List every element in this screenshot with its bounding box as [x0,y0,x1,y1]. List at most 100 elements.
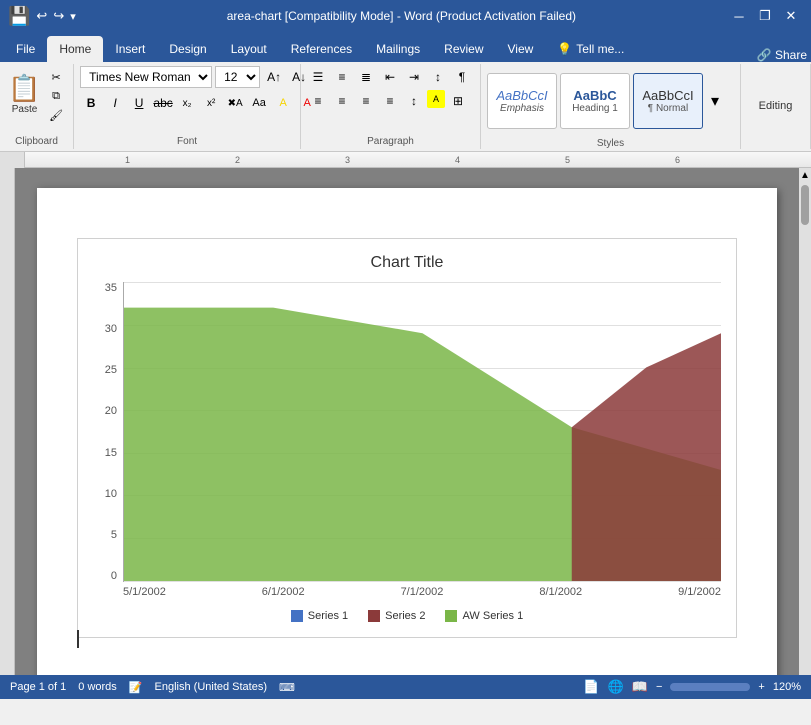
show-formatting-btn[interactable]: ¶ [451,66,473,88]
ruler: 1 2 3 4 5 6 [0,152,811,168]
italic-btn[interactable]: I [104,92,126,114]
font-size-select[interactable]: 12 [215,66,260,88]
x-label-2: 7/1/2002 [401,586,444,598]
tab-review[interactable]: Review [432,36,495,62]
style-emphasis-label: Emphasis [500,103,544,114]
zoom-slider[interactable] [670,683,750,691]
tab-home[interactable]: Home [47,36,103,62]
scroll-thumb[interactable] [801,185,809,225]
zoom-in-btn[interactable]: + [758,681,764,693]
font-family-select[interactable]: Times New Roman [80,66,212,88]
undo-btn[interactable]: ↩ [36,8,47,24]
numbering-btn[interactable]: ≡ [331,66,353,88]
view-web-btn[interactable]: 🌐 [608,679,624,695]
tab-view[interactable]: View [496,36,546,62]
y-15: 15 [105,447,117,459]
style-normal[interactable]: AaBbCcI ¶ Normal [633,73,703,129]
chart-legend: Series 1 Series 2 AW Series 1 [93,610,721,622]
y-30: 30 [105,323,117,335]
clear-format-btn[interactable]: ✖A [224,92,246,114]
ruler-corner [0,152,25,168]
chart-container: Chart Title 35 30 25 20 15 10 5 0 [77,238,737,638]
font-row-1: Times New Roman 12 A↑ A↓ [80,66,310,88]
status-bar: Page 1 of 1 0 words 📝 English (United St… [0,675,811,699]
doc-scroll[interactable]: Chart Title 35 30 25 20 15 10 5 0 [15,168,799,675]
x-axis-labels: 5/1/2002 6/1/2002 7/1/2002 8/1/2002 9/1/… [93,586,721,598]
font-row-2: B I U abc x₂ x² ✖A Aa A A [80,92,318,114]
style-heading1-preview: AaBbC [573,88,616,103]
close-btn[interactable]: ✕ [779,4,803,28]
align-right-btn[interactable]: ≡ [355,90,377,112]
font-group: Times New Roman 12 A↑ A↓ B I U abc x₂ x²… [74,64,301,149]
styles-more-btn[interactable]: ▾ [706,66,724,136]
redo-btn[interactable]: ↪ [53,8,64,24]
align-left-btn[interactable]: ≡ [307,90,329,112]
sort-btn[interactable]: ↕ [427,66,449,88]
ruler-mark-2: 2 [235,155,240,165]
cursor-line [77,630,79,648]
multilevel-btn[interactable]: ≣ [355,66,377,88]
underline-btn[interactable]: U [128,92,150,114]
editing-group: Editing [741,64,811,149]
restore-btn[interactable]: ❐ [753,4,777,28]
status-right: 📄 🌐 📖 − + 120% [583,679,801,695]
copy-btn[interactable]: ⧉ [45,87,67,105]
paste-btn[interactable]: 📋 Paste [6,66,43,122]
tab-references[interactable]: References [279,36,364,62]
ribbon-tabs: File Home Insert Design Layout Reference… [0,32,811,62]
format-painter-btn[interactable]: 🖌 [45,106,67,124]
style-heading1[interactable]: AaBbC Heading 1 [560,73,630,129]
minimize-btn[interactable]: ─ [727,4,751,28]
shading-btn[interactable]: A [427,90,445,108]
text-highlight-btn[interactable]: A [272,92,294,114]
left-ruler [0,168,15,675]
subscript-btn[interactable]: x₂ [176,92,198,114]
zoom-out-btn[interactable]: − [656,681,662,693]
chart-plot [123,282,721,582]
view-print-btn[interactable]: 📄 [583,679,599,695]
strikethrough-btn[interactable]: abc [152,92,174,114]
align-center-btn[interactable]: ≡ [331,90,353,112]
tab-file[interactable]: File [4,36,47,62]
tab-layout[interactable]: Layout [219,36,279,62]
area-chart-svg [124,282,721,581]
tab-mailings[interactable]: Mailings [364,36,432,62]
chart-area: 35 30 25 20 15 10 5 0 [93,282,721,582]
borders-btn[interactable]: ⊞ [447,90,469,112]
ruler-mark-1: 1 [125,155,130,165]
ruler-mark-6: 6 [675,155,680,165]
cut-btn[interactable]: ✂ [45,68,67,86]
lightbulb-icon: 💡 [557,42,572,56]
bold-btn[interactable]: B [80,92,102,114]
legend-aw-series1-color [445,610,457,622]
tab-insert[interactable]: Insert [103,36,157,62]
bullets-btn[interactable]: ☰ [307,66,329,88]
change-case-btn[interactable]: Aa [248,92,270,114]
style-normal-label: ¶ Normal [648,103,688,114]
justify-btn[interactable]: ≡ [379,90,401,112]
para-row-2: ≡ ≡ ≡ ≡ ↕ A ⊞ [307,90,469,112]
scroll-up-btn[interactable]: ▲ [800,170,810,181]
line-spacing-btn[interactable]: ↕ [403,90,425,112]
superscript-btn[interactable]: x² [200,92,222,114]
scrollbar-vertical[interactable]: ▲ [799,168,811,675]
x-label-0: 5/1/2002 [123,586,166,598]
clipboard-small-btns: ✂ ⧉ 🖌 [45,68,67,124]
legend-series1-color [291,610,303,622]
share-btn[interactable]: 🔗 Share [757,48,807,62]
style-emphasis[interactable]: AaBbCcI Emphasis [487,73,557,129]
word-icon: 💾 [8,6,30,27]
paragraph-group: ☰ ≡ ≣ ⇤ ⇥ ↕ ¶ ≡ ≡ ≡ ≡ ↕ A ⊞ Paragraph [301,64,481,149]
word-count: 0 words [78,681,117,693]
grow-font-btn[interactable]: A↑ [263,66,285,88]
page-info: Page 1 of 1 [10,681,66,693]
tab-design[interactable]: Design [157,36,218,62]
editing-bottom-label [747,145,804,147]
title-bar-title: area-chart [Compatibility Mode] - Word (… [76,9,727,23]
increase-indent-btn[interactable]: ⇥ [403,66,425,88]
paragraph-label: Paragraph [307,134,474,147]
style-emphasis-preview: AaBbCcI [496,88,547,103]
tab-tell-me[interactable]: 💡 Tell me... [545,36,636,62]
view-read-btn[interactable]: 📖 [632,679,648,695]
decrease-indent-btn[interactable]: ⇤ [379,66,401,88]
